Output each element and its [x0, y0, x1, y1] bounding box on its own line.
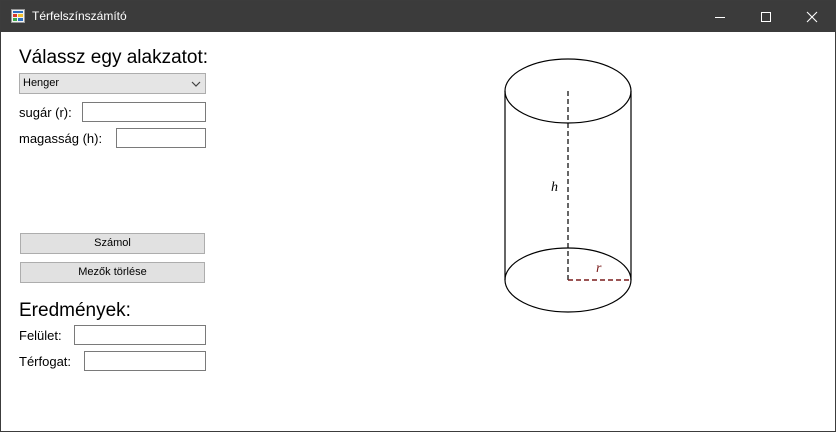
maximize-icon — [761, 11, 771, 22]
height-input[interactable] — [116, 128, 206, 148]
minimize-icon — [715, 16, 725, 18]
close-icon — [806, 11, 818, 22]
cylinder-diagram: h r — [504, 58, 632, 313]
title-bar[interactable]: Térfelszínszámító — [1, 1, 835, 32]
surface-output[interactable] — [74, 325, 206, 345]
shape-select-value: Henger — [23, 77, 60, 89]
radius-label: sugár (r): — [19, 105, 72, 120]
surface-label: Felület: — [19, 328, 62, 343]
volume-output[interactable] — [84, 351, 206, 371]
minimize-button[interactable] — [697, 1, 743, 32]
clear-fields-button[interactable]: Mezők törlése — [20, 262, 205, 283]
window-title: Térfelszínszámító — [32, 9, 127, 23]
app-icon — [11, 9, 25, 23]
close-button[interactable] — [789, 1, 835, 32]
app-window: Térfelszínszámító Válassz egy alakzatot:… — [0, 0, 836, 432]
maximize-button[interactable] — [743, 1, 789, 32]
chevron-down-icon — [191, 81, 201, 87]
shape-heading: Válassz egy alakzatot: — [19, 47, 209, 68]
radius-symbol: r — [596, 261, 602, 276]
results-heading: Eredmények: — [19, 300, 131, 321]
calculate-button[interactable]: Számol — [20, 233, 205, 254]
volume-label: Térfogat: — [19, 354, 72, 369]
radius-input[interactable] — [82, 102, 206, 122]
height-label: magasság (h): — [19, 131, 103, 146]
shape-select[interactable]: Henger — [19, 73, 206, 94]
height-symbol: h — [551, 180, 558, 195]
